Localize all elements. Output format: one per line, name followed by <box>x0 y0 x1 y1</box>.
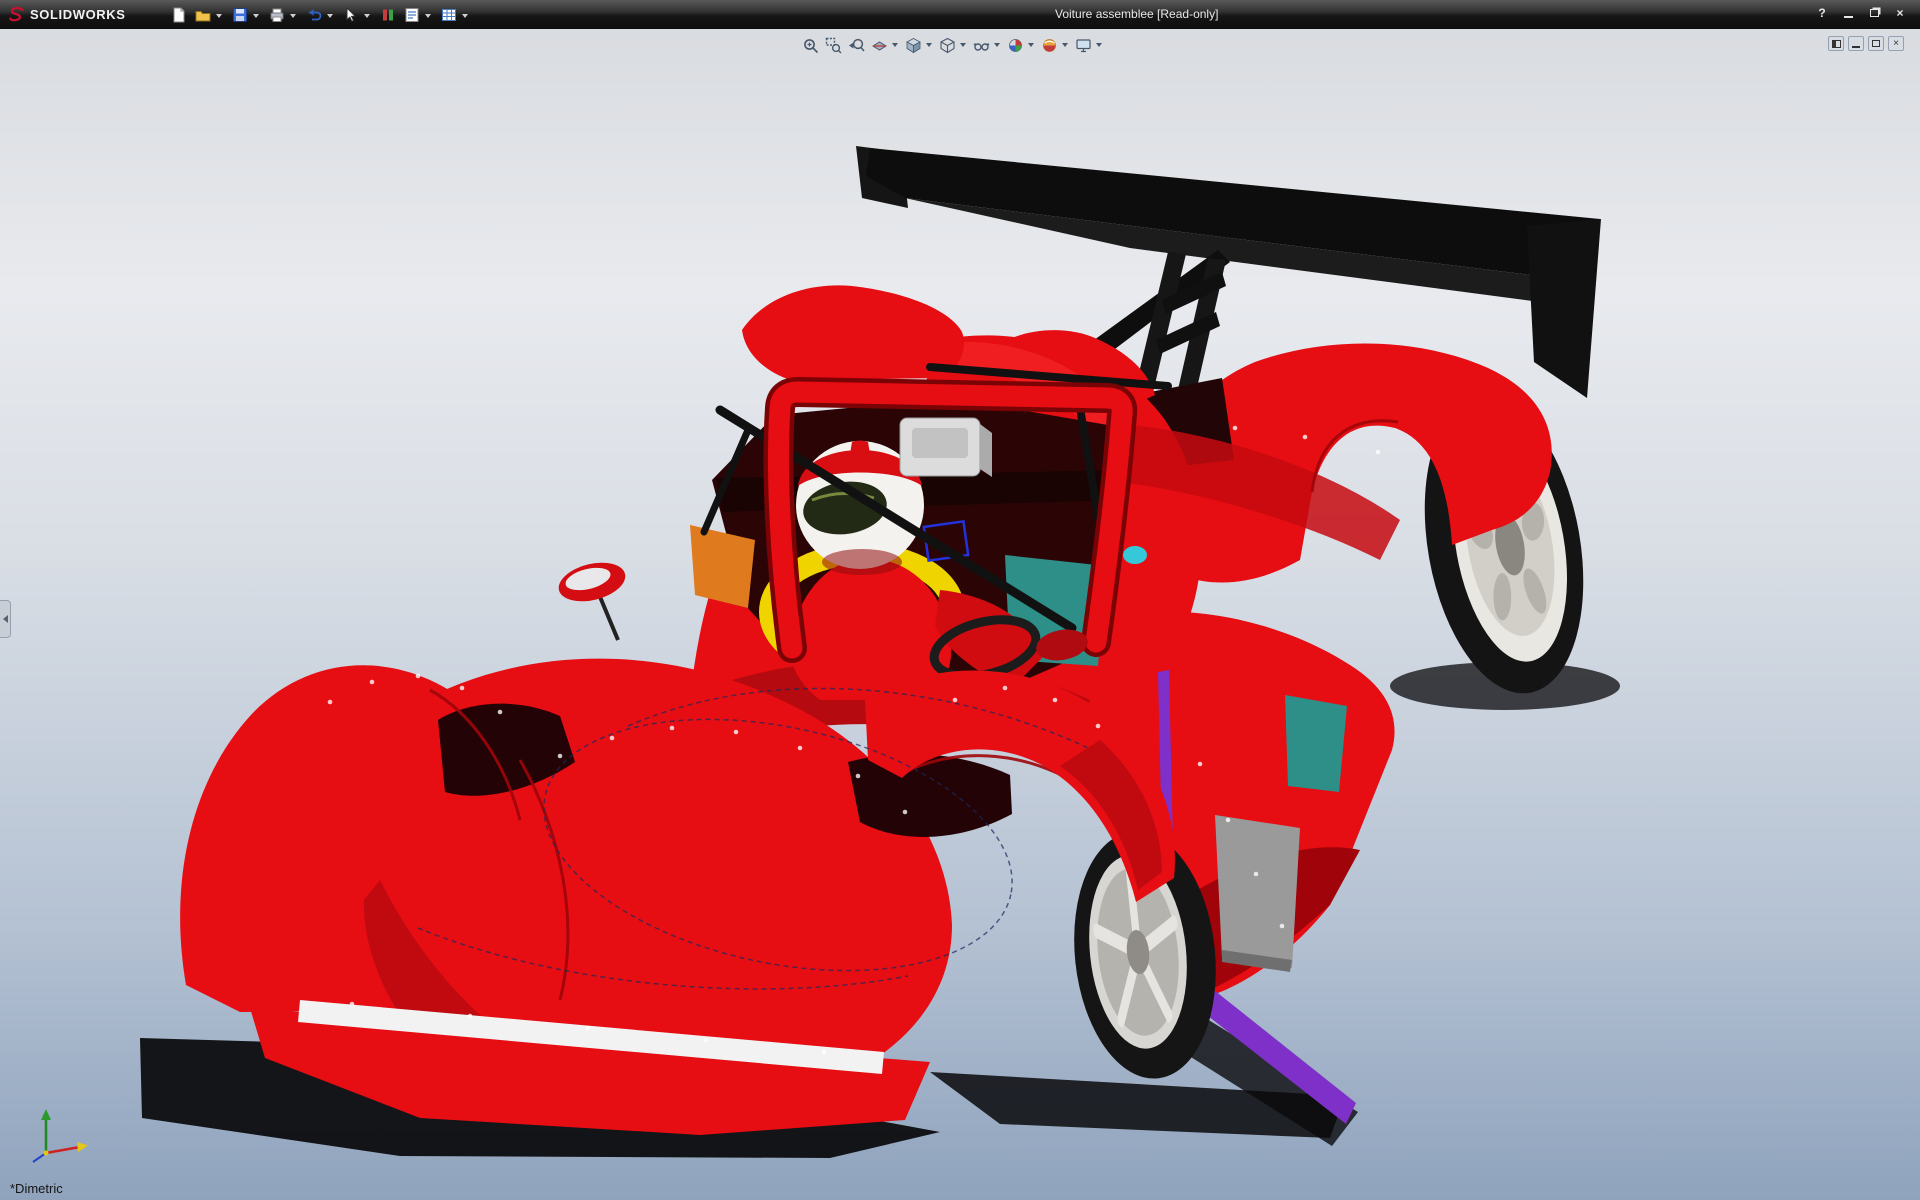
collapse-left-icon <box>3 615 8 623</box>
dropdown-caret[interactable] <box>253 14 259 18</box>
close-document-button[interactable]: × <box>1888 36 1904 51</box>
dropdown-caret[interactable] <box>994 43 1000 47</box>
save-button[interactable] <box>229 4 250 25</box>
minimize-document-button[interactable] <box>1848 36 1864 51</box>
open-button[interactable] <box>192 4 213 25</box>
toggle-panes-button[interactable] <box>1828 36 1844 51</box>
dropdown-caret[interactable] <box>364 14 370 18</box>
app-logo: SOLIDWORKS <box>0 6 136 24</box>
window-controls: ? × <box>1812 4 1910 22</box>
undo-button[interactable] <box>303 4 324 25</box>
minimize-button[interactable] <box>1838 4 1858 22</box>
view-orientation-label: *Dimetric <box>10 1181 63 1196</box>
window-title: Voiture assemblee [Read-only] <box>1055 7 1218 21</box>
brand-name: SOLIDWORKS <box>30 7 126 22</box>
dropdown-caret[interactable] <box>216 14 222 18</box>
options-table-button[interactable] <box>438 4 459 25</box>
main-toolbar <box>168 2 472 27</box>
dropdown-caret[interactable] <box>1062 43 1068 47</box>
side-glass[interactable] <box>1285 695 1347 792</box>
document-window-controls: × <box>1828 36 1904 51</box>
dropdown-caret[interactable] <box>960 43 966 47</box>
heads-up-view-toolbar <box>800 33 1105 57</box>
zoom-to-area-icon[interactable] <box>823 35 844 56</box>
dropdown-caret[interactable] <box>892 43 898 47</box>
dropdown-caret[interactable] <box>926 43 932 47</box>
dropdown-caret[interactable] <box>327 14 333 18</box>
new-button[interactable] <box>168 4 189 25</box>
restore-button[interactable] <box>1864 4 1884 22</box>
dropdown-caret[interactable] <box>462 14 468 18</box>
apply-scene-icon[interactable] <box>1039 35 1060 56</box>
dropdown-caret[interactable] <box>1096 43 1102 47</box>
display-style-icon[interactable] <box>937 35 958 56</box>
edit-appearance-icon[interactable] <box>1005 35 1026 56</box>
featuremanager-flyout-tab[interactable] <box>0 600 11 638</box>
dropdown-caret[interactable] <box>1028 43 1034 47</box>
head-restraint[interactable] <box>900 418 992 477</box>
dropdown-caret[interactable] <box>290 14 296 18</box>
print-button[interactable] <box>266 4 287 25</box>
previous-view-icon[interactable] <box>846 35 867 56</box>
hide-show-items-icon[interactable] <box>971 35 992 56</box>
dropdown-caret[interactable] <box>425 14 431 18</box>
zoom-to-fit-icon[interactable] <box>800 35 821 56</box>
section-view-icon[interactable] <box>869 35 890 56</box>
help-button[interactable]: ? <box>1812 4 1832 22</box>
graphics-area[interactable] <box>0 0 1920 1200</box>
file-properties-button[interactable] <box>401 4 422 25</box>
select-button[interactable] <box>340 4 361 25</box>
restore-document-button[interactable] <box>1868 36 1884 51</box>
side-panel[interactable] <box>1215 815 1300 968</box>
title-bar: SOLIDWORKS Voiture assemblee [Read <box>0 0 1920 29</box>
close-button[interactable]: × <box>1890 4 1910 22</box>
show-toggle-button[interactable] <box>377 4 398 25</box>
view-settings-icon[interactable] <box>1073 35 1094 56</box>
view-orientation-icon[interactable] <box>903 35 924 56</box>
solidworks-logo-icon <box>8 6 26 24</box>
reference-triad <box>22 1103 94 1172</box>
